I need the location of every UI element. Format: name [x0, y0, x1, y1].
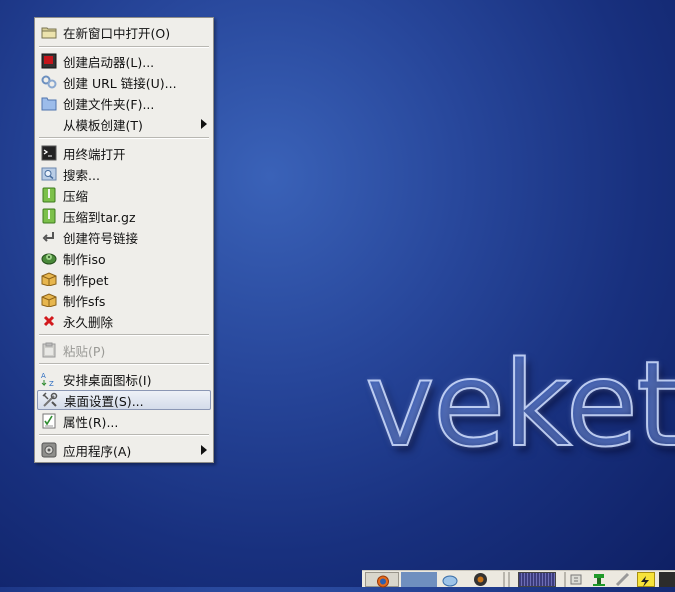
desktop-context-menu: 在新窗口中打开(O) 创建启动器(L)... 创建 URL 链接(U)... 创… — [34, 17, 214, 463]
menu-item-compress-targz[interactable]: 压缩到tar.gz — [37, 206, 211, 226]
menu-item-properties[interactable]: 属性(R)... — [37, 411, 211, 431]
menu-separator — [39, 434, 209, 436]
folder-open-icon — [41, 24, 57, 40]
link-icon — [41, 74, 57, 90]
media-icon[interactable] — [473, 572, 491, 587]
svg-text:A: A — [41, 372, 46, 380]
network-icon[interactable] — [442, 572, 460, 587]
desktop-settings-icon — [42, 392, 58, 408]
menu-item-create-url-link[interactable]: 创建 URL 链接(U)... — [37, 72, 211, 92]
menu-item-applications[interactable]: 应用程序(A) — [37, 440, 211, 460]
menu-item-arrange-icons[interactable]: AZ 安排桌面图标(I) — [37, 369, 211, 389]
tray-separator — [503, 572, 505, 587]
menu-separator — [39, 46, 209, 48]
applications-icon — [41, 442, 57, 458]
menu-item-delete-permanently[interactable]: 永久删除 — [37, 311, 211, 331]
menu-item-desktop-settings[interactable]: 桌面设置(S)... — [37, 390, 211, 410]
menu-item-create-from-template[interactable]: 从模板创建(T) — [37, 114, 211, 134]
symlink-icon — [41, 229, 57, 245]
firefox-icon — [377, 575, 389, 588]
usb-icon[interactable] — [615, 572, 633, 587]
tray-separator — [564, 572, 566, 587]
battery-icon[interactable] — [591, 572, 609, 587]
taskbar-firefox-button[interactable] — [365, 572, 399, 588]
workspace-pager-icon[interactable] — [401, 572, 437, 587]
menu-item-open-new-window[interactable]: 在新窗口中打开(O) — [37, 22, 211, 42]
search-icon — [41, 166, 57, 182]
menu-item-make-pet[interactable]: 制作pet — [37, 269, 211, 289]
taskbar — [362, 570, 675, 588]
menu-item-paste[interactable]: 粘贴(P) — [37, 340, 211, 360]
tray-separator — [508, 572, 510, 587]
menu-item-create-folder[interactable]: 创建文件夹(F)... — [37, 93, 211, 113]
tray-clock-edge — [659, 572, 675, 587]
menu-item-open-terminal[interactable]: 用终端打开 — [37, 143, 211, 163]
properties-icon — [41, 413, 57, 429]
submenu-arrow-icon — [201, 445, 207, 455]
svg-text:Z: Z — [49, 380, 54, 387]
package-sfs-icon — [41, 292, 57, 308]
terminal-icon — [41, 145, 57, 161]
cpu-graph-icon[interactable] — [518, 572, 556, 587]
folder-icon — [41, 95, 57, 111]
menu-separator — [39, 363, 209, 365]
menu-item-create-launcher[interactable]: 创建启动器(L)... — [37, 51, 211, 71]
desktop-logo: veket — [364, 335, 675, 473]
power-icon[interactable] — [637, 572, 655, 587]
arrange-icon: AZ — [41, 371, 57, 387]
menu-item-compress[interactable]: 压缩 — [37, 185, 211, 205]
menu-separator — [39, 137, 209, 139]
archive-icon — [41, 187, 57, 203]
menu-item-make-iso[interactable]: 制作iso — [37, 248, 211, 268]
menu-item-create-symlink[interactable]: 创建符号链接 — [37, 227, 211, 247]
archive-targz-icon — [41, 208, 57, 224]
submenu-arrow-icon — [201, 119, 207, 129]
launcher-icon — [41, 53, 57, 69]
menu-separator — [39, 334, 209, 336]
menu-item-make-sfs[interactable]: 制作sfs — [37, 290, 211, 310]
network-tray-icon[interactable] — [569, 572, 587, 587]
menu-item-search[interactable]: 搜索... — [37, 164, 211, 184]
package-icon — [41, 271, 57, 287]
delete-icon — [41, 313, 57, 329]
disc-icon — [41, 250, 57, 266]
paste-icon — [41, 342, 57, 358]
